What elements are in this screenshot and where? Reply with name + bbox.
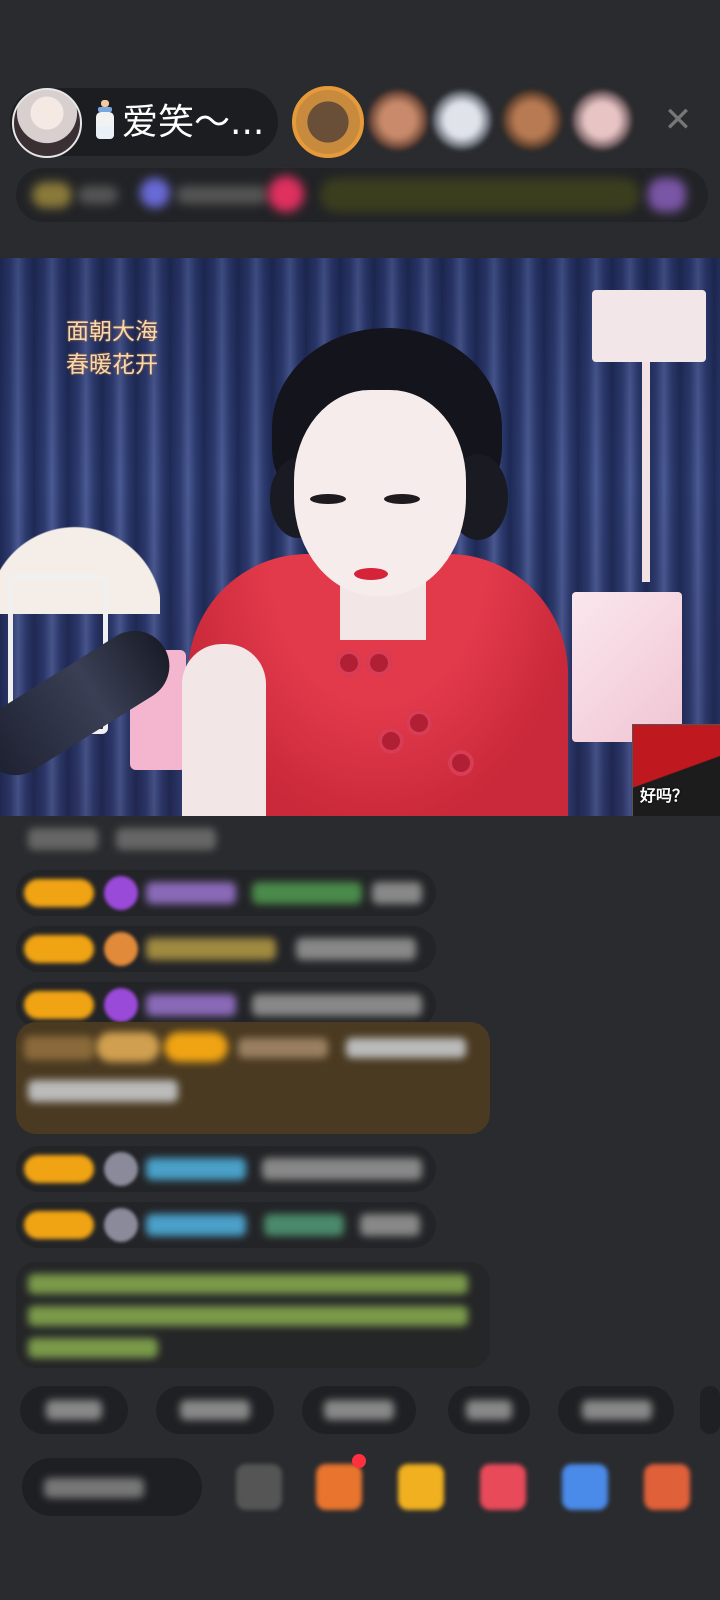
emoji-icon[interactable] [236,1464,282,1510]
top-viewer-avatar-4[interactable] [502,90,562,150]
streamer-face [294,390,466,596]
chat-message-text [262,1158,422,1180]
user-level-badge [24,879,94,907]
system-message-badge [164,1032,228,1062]
qipao-knot-4 [406,710,432,736]
system-message-tag [96,1032,160,1062]
system-message[interactable] [16,1022,490,1134]
chat-message-text [116,828,216,850]
username[interactable] [146,938,276,960]
username[interactable] [146,1214,246,1236]
qipao-knot-5 [448,750,474,776]
username[interactable] [146,994,236,1016]
chat-message[interactable] [16,926,436,972]
system-message-text [346,1038,466,1058]
system-message-text [238,1038,328,1058]
qipao-knot-2 [366,650,392,676]
host-name-text: 爱笑～... [122,102,265,143]
qipao-knot-3 [378,728,404,754]
picture-frame [572,592,682,742]
activity-banner[interactable] [320,178,640,212]
streamer-arm [182,644,266,816]
top-viewer-avatar-2[interactable] [368,90,428,150]
chat-input[interactable] [22,1458,202,1516]
user-level-badge [24,935,94,963]
baby-bottle-icon [96,100,114,139]
user-avatar-icon [104,1152,138,1186]
diamond-icon [104,876,138,910]
chat-message-text [252,994,422,1016]
quick-reply-label [466,1400,512,1420]
gift-box-icon[interactable] [316,1464,362,1510]
shop-icon[interactable] [644,1464,690,1510]
room-info-bar[interactable] [16,168,708,222]
user-level-badge [24,1211,94,1239]
user-avatar-icon [104,1208,138,1242]
chat-message[interactable] [16,1146,436,1192]
fan-badge-icon [104,932,138,966]
hot-icon[interactable] [140,178,170,208]
slogan-line-2: 春暖花开 [66,352,158,378]
quick-reply-chip[interactable] [156,1386,274,1434]
chat-message-text [372,882,422,904]
chat-input-placeholder [44,1478,144,1498]
system-message-tag [24,1036,94,1060]
user-level-badge [24,1155,94,1183]
top-viewer-avatar-1[interactable] [292,86,364,158]
chat-message-text [296,938,416,960]
streamer-eye-right [384,494,420,504]
quick-reply-chip[interactable] [448,1386,530,1434]
quick-reply-label [46,1400,102,1420]
floor-lamp-pole [642,362,650,582]
chat-message[interactable] [16,870,436,916]
quick-reply-chip[interactable] [558,1386,674,1434]
host-avatar[interactable] [12,88,82,158]
announcement-message[interactable] [16,1262,490,1368]
hot-text [176,186,268,204]
quick-reply-chip[interactable] [302,1386,416,1434]
streamer-lips [354,568,388,580]
top-viewer-avatar-3[interactable] [432,90,492,150]
announcement-text [28,1274,468,1294]
notification-dot [352,1454,366,1468]
username[interactable] [146,1158,246,1180]
quick-reply-chip[interactable] [20,1386,128,1434]
system-message-text [28,1080,178,1102]
chat-message-text [360,1214,420,1236]
slogan-line-1: 面朝大海 [66,319,158,345]
gift-circle-icon[interactable] [268,176,304,212]
chat-message-text [252,882,362,904]
quick-reply-label [324,1400,394,1420]
diamond-icon [104,988,138,1022]
top-viewer-avatar-5[interactable] [572,90,632,150]
host-name[interactable]: 爱笑～... [92,100,264,145]
chat-message-text [264,1214,344,1236]
quick-reply-label [582,1400,652,1420]
announcement-text [28,1306,468,1326]
live-video[interactable]: 面朝大海 春暖花开 好吗？ [0,258,720,816]
more-icon[interactable] [648,178,686,212]
quick-reply-chip[interactable] [700,1386,720,1434]
chat-message-text [28,828,98,850]
announcement-text [28,1338,158,1358]
chat-message[interactable] [16,1202,436,1248]
close-icon[interactable]: ✕ [658,100,698,140]
chat-message[interactable] [16,816,488,858]
gift-box-icon[interactable] [398,1464,444,1510]
game-controller-icon[interactable] [562,1464,608,1510]
sticker-caption: 好吗？ [640,786,689,805]
rank-text [78,186,118,204]
floor-lamp-shade [592,290,706,362]
heart-gift-icon[interactable] [480,1464,526,1510]
qipao-knot-1 [336,650,362,676]
streamer-eye-left [310,494,346,504]
quick-reply-label [180,1400,250,1420]
username[interactable] [146,882,236,904]
video-overlay-slogan: 面朝大海 春暖花开 [66,316,158,382]
user-level-badge [24,991,94,1019]
rank-badge[interactable] [32,182,72,208]
